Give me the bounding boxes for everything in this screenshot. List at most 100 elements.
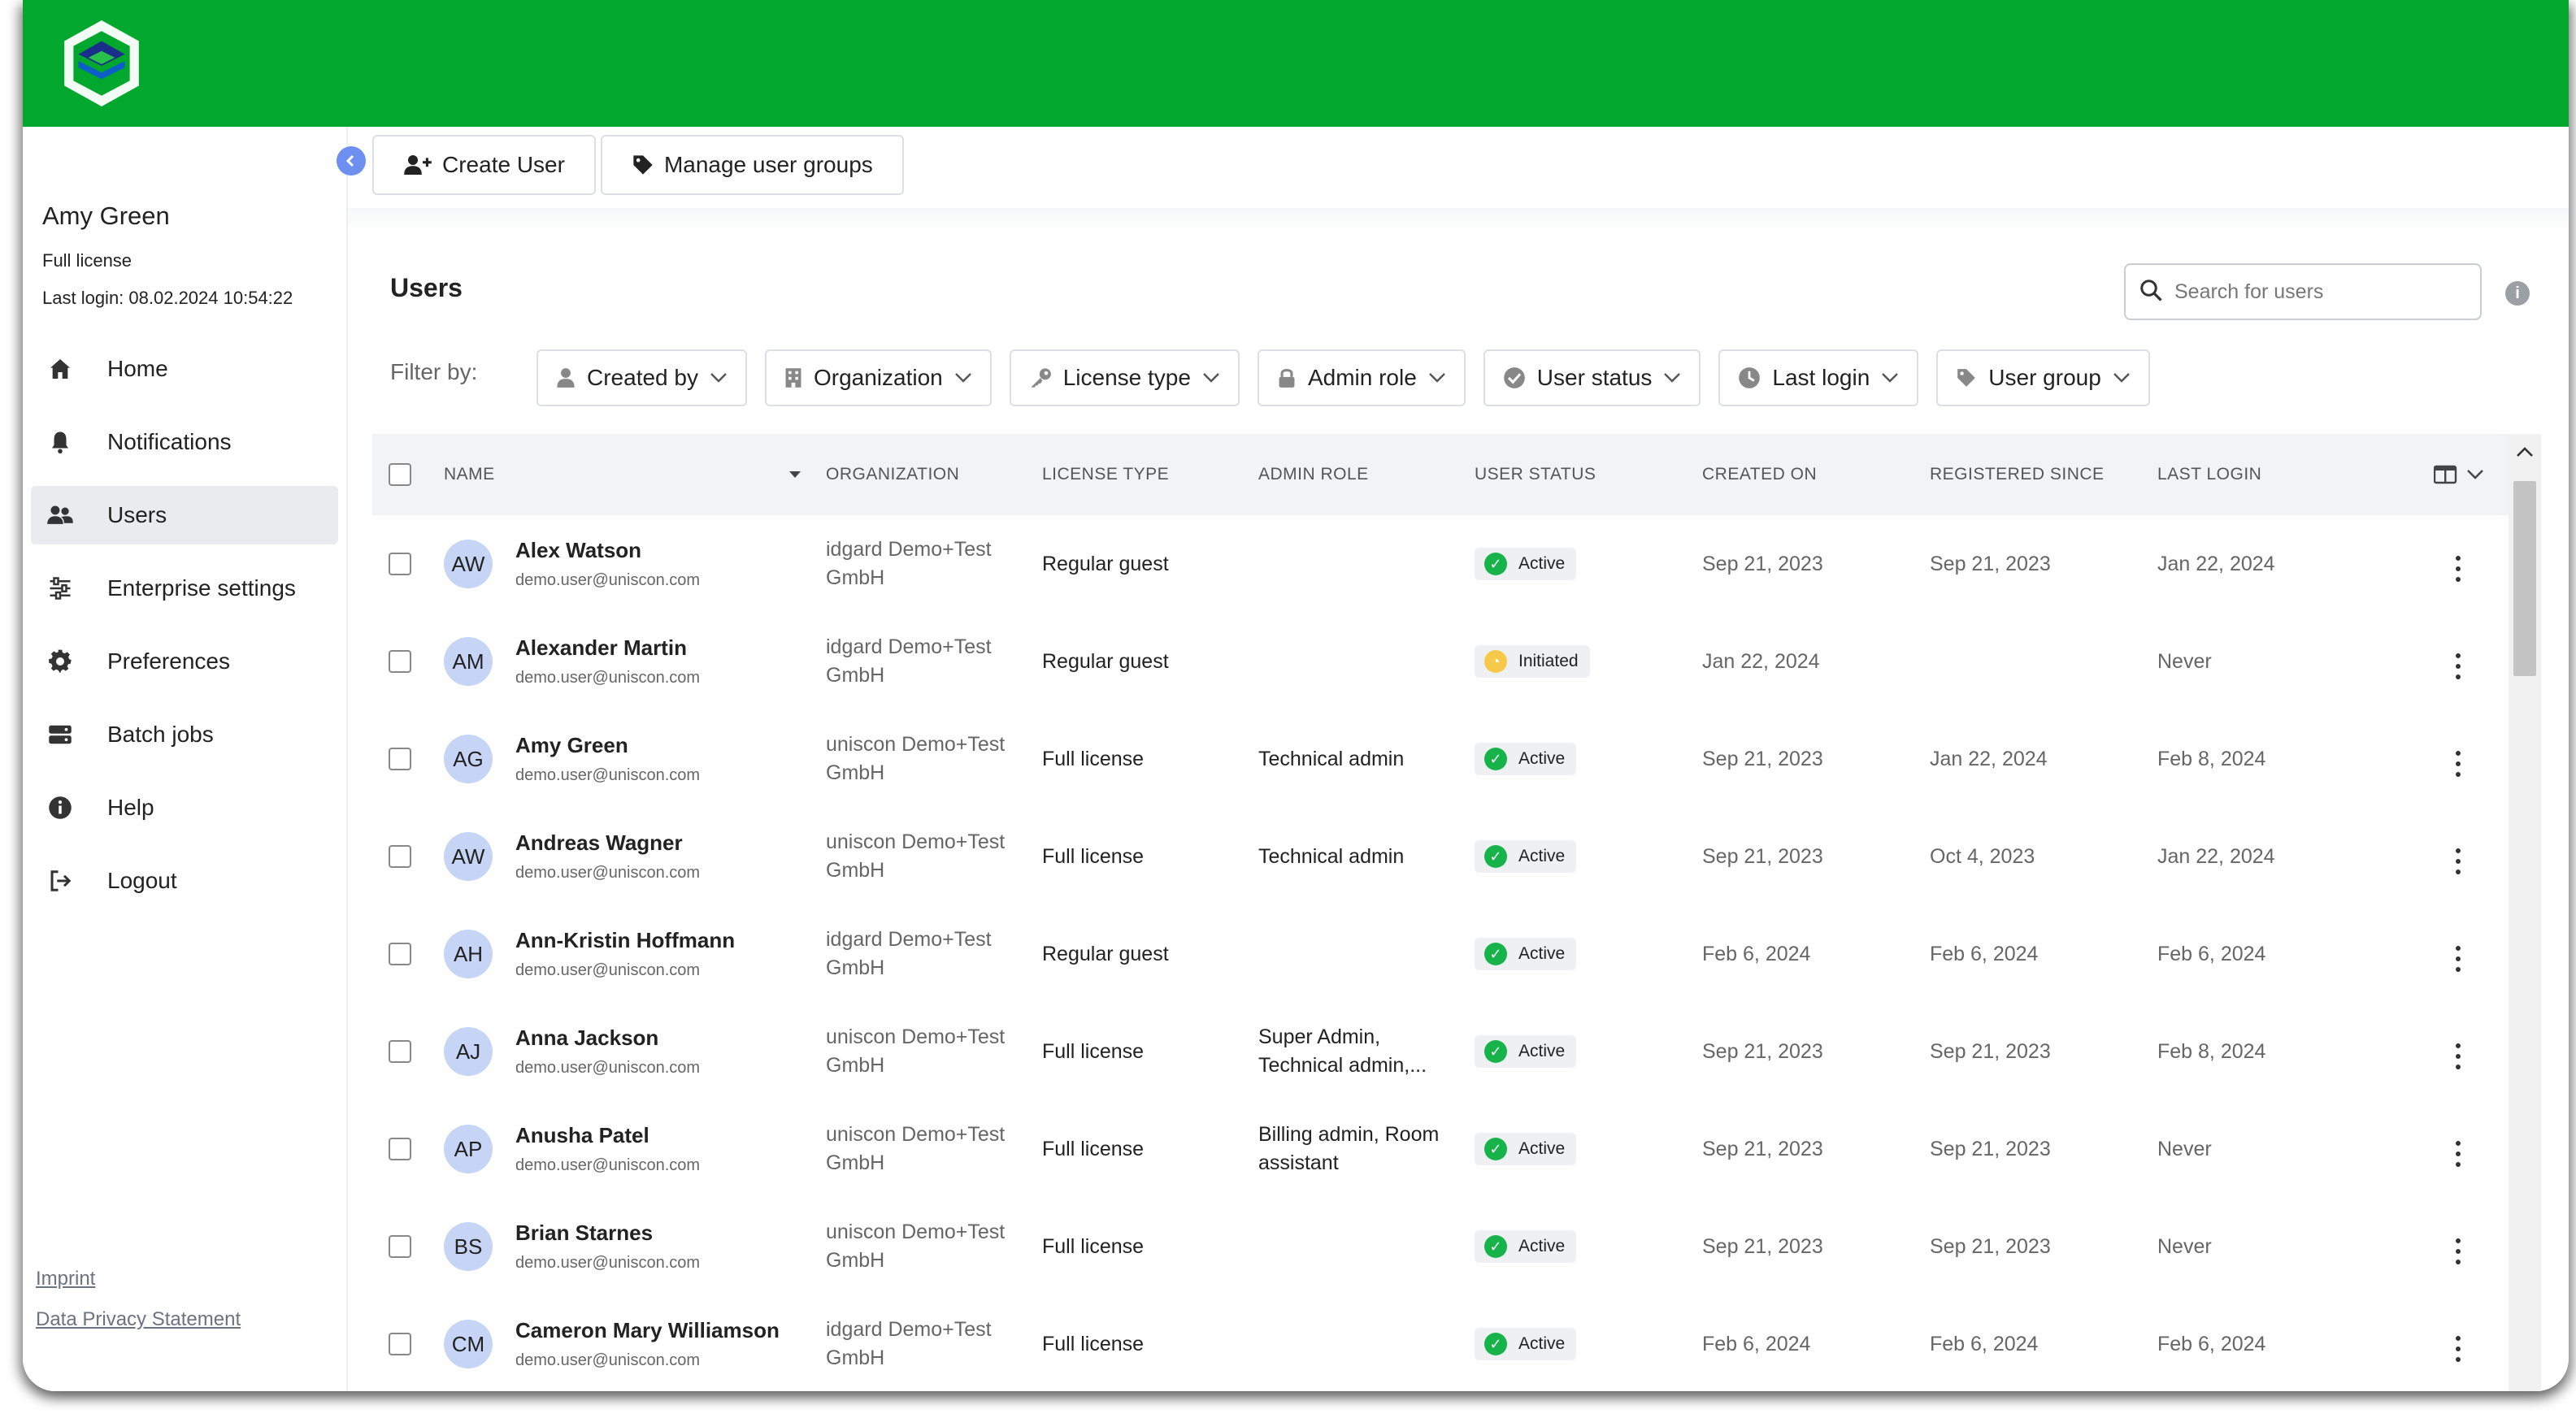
- sidebar-collapse-button[interactable]: [337, 146, 366, 176]
- status-cell: ✓ Active: [1475, 710, 1577, 808]
- table-row[interactable]: AW Alex Watson demo.user@uniscon.com idg…: [372, 515, 2510, 613]
- info-icon[interactable]: i: [2505, 281, 2530, 306]
- table-row[interactable]: AH Ann-Kristin Hoffmann demo.user@unisco…: [372, 905, 2510, 1003]
- role-line-2: Technical admin,...: [1258, 1054, 1427, 1077]
- user-name[interactable]: Amy Green: [515, 733, 700, 758]
- sidebar-item-batch-jobs[interactable]: Batch jobs: [31, 705, 338, 764]
- chevron-down-icon: [1202, 372, 1220, 384]
- sidebar-item-enterprise-settings[interactable]: Enterprise settings: [31, 559, 338, 618]
- user-email: demo.user@uniscon.com: [515, 961, 701, 979]
- sidebar-item-notifications[interactable]: Notifications: [31, 413, 338, 471]
- column-header-organization[interactable]: ORGANIZATION: [826, 434, 959, 515]
- table-row[interactable]: AP Anusha Patel demo.user@uniscon.com un…: [372, 1100, 2510, 1198]
- row-checkbox[interactable]: [389, 748, 411, 770]
- table-row[interactable]: AG Amy Green demo.user@uniscon.com unisc…: [372, 710, 2510, 808]
- row-checkbox[interactable]: [389, 943, 411, 965]
- user-name[interactable]: Brian Starnes: [515, 1221, 700, 1246]
- organization-cell: uniscon Demo+Test GmbH: [826, 710, 1005, 808]
- row-checkbox[interactable]: [389, 553, 411, 575]
- column-header-last-login[interactable]: LAST LOGIN: [2157, 434, 2261, 515]
- row-checkbox[interactable]: [389, 1333, 411, 1355]
- column-header-created-on[interactable]: CREATED ON: [1702, 434, 1817, 515]
- column-header-admin-role[interactable]: ADMIN ROLE: [1258, 434, 1369, 515]
- sort-desc-icon[interactable]: [788, 434, 801, 515]
- admin-role-cell: Super Admin, Technical admin,...: [1258, 1003, 1427, 1100]
- sidebar-item-home[interactable]: Home: [31, 340, 338, 398]
- scrollbar-thumb[interactable]: [2513, 481, 2536, 676]
- row-actions-menu-icon[interactable]: [2450, 1333, 2466, 1365]
- last-login-cell: Never: [2157, 649, 2212, 673]
- status-cell: ✓ Active: [1475, 905, 1577, 1003]
- table-scrollbar[interactable]: [2509, 434, 2541, 1391]
- row-actions-menu-icon[interactable]: [2450, 943, 2466, 975]
- row-checkbox[interactable]: [389, 1138, 411, 1160]
- check-circle-icon: [1503, 366, 1526, 389]
- privacy-link[interactable]: Data Privacy Statement: [36, 1308, 241, 1331]
- filter-organization[interactable]: Organization: [764, 349, 992, 406]
- search-box[interactable]: [2124, 263, 2482, 320]
- manage-user-groups-button[interactable]: Manage user groups: [600, 135, 904, 195]
- row-checkbox[interactable]: [389, 650, 411, 673]
- column-settings-button[interactable]: [2434, 434, 2484, 515]
- row-checkbox[interactable]: [389, 1040, 411, 1063]
- status-cell: ✓ Active: [1475, 1295, 1577, 1391]
- column-header-user-status[interactable]: USER STATUS: [1475, 434, 1596, 515]
- select-all-checkbox[interactable]: [389, 463, 411, 486]
- row-actions-menu-icon[interactable]: [2450, 1040, 2466, 1073]
- sidebar-item-help[interactable]: Help: [31, 778, 338, 837]
- status-text: Active: [1518, 847, 1566, 865]
- user-email: demo.user@uniscon.com: [515, 669, 701, 687]
- row-actions-menu-icon[interactable]: [2450, 650, 2466, 683]
- user-name[interactable]: Alex Watson: [515, 538, 700, 563]
- filter-user-status[interactable]: User status: [1483, 349, 1701, 406]
- clock-icon: [1738, 366, 1761, 389]
- table-row[interactable]: AM Alexander Martin demo.user@uniscon.co…: [372, 613, 2510, 710]
- user-name[interactable]: Cameron Mary Williamson: [515, 1318, 780, 1343]
- filter-created-by[interactable]: Created by: [536, 349, 747, 406]
- avatar: CM: [444, 1320, 493, 1368]
- user-name[interactable]: Anna Jackson: [515, 1026, 700, 1051]
- chevron-up-icon[interactable]: [2513, 440, 2536, 463]
- user-name[interactable]: Andreas Wagner: [515, 830, 700, 856]
- registered-since-cell: Sep 21, 2023: [1930, 1234, 2051, 1258]
- column-header-name[interactable]: NAME: [444, 434, 495, 515]
- last-login-cell: Never: [2157, 1234, 2212, 1258]
- sidebar-item-users[interactable]: Users: [31, 486, 338, 544]
- org-line-1: idgard Demo+Test: [826, 635, 992, 658]
- filter-admin-role[interactable]: Admin role: [1257, 349, 1466, 406]
- registered-since-cell: Feb 6, 2024: [1930, 942, 2039, 965]
- sidebar: Amy Green Full license Last login: 08.02…: [23, 127, 348, 1391]
- filter-bar: Created by Organization License type Adm…: [536, 349, 2168, 406]
- sidebar-item-preferences[interactable]: Preferences: [31, 632, 338, 691]
- row-checkbox[interactable]: [389, 1235, 411, 1258]
- org-line-1: uniscon Demo+Test: [826, 733, 1006, 756]
- row-actions-menu-icon[interactable]: [2450, 553, 2466, 585]
- filter-license-type[interactable]: License type: [1009, 349, 1240, 406]
- table-row[interactable]: CM Cameron Mary Williamson demo.user@uni…: [372, 1295, 2510, 1391]
- user-name[interactable]: Alexander Martin: [515, 635, 700, 661]
- sidebar-item-label: Notifications: [107, 429, 232, 454]
- column-header-registered-since[interactable]: REGISTERED SINCE: [1930, 434, 2105, 515]
- column-header-license-type[interactable]: LICENSE TYPE: [1042, 434, 1169, 515]
- table-row[interactable]: BS Brian Starnes demo.user@uniscon.com u…: [372, 1198, 2510, 1295]
- status-cell: ✓ Active: [1475, 1003, 1577, 1100]
- row-checkbox[interactable]: [389, 845, 411, 868]
- row-actions-menu-icon[interactable]: [2450, 1138, 2466, 1170]
- filter-user-group[interactable]: User group: [1936, 349, 2150, 406]
- create-user-button[interactable]: Create User: [372, 135, 596, 195]
- app-logo[interactable]: [60, 18, 143, 109]
- row-actions-menu-icon[interactable]: [2450, 1235, 2466, 1268]
- row-actions-menu-icon[interactable]: [2450, 845, 2466, 878]
- filter-last-login[interactable]: Last login: [1718, 349, 1919, 406]
- created-on-cell: Feb 6, 2024: [1702, 942, 1811, 965]
- table-row[interactable]: AJ Anna Jackson demo.user@uniscon.com un…: [372, 1003, 2510, 1100]
- search-input[interactable]: [2174, 280, 2475, 304]
- user-name[interactable]: Anusha Patel: [515, 1123, 700, 1148]
- columns-icon: [2434, 465, 2457, 484]
- user-name[interactable]: Ann-Kristin Hoffmann: [515, 928, 735, 953]
- table-row[interactable]: AW Andreas Wagner demo.user@uniscon.com …: [372, 808, 2510, 905]
- registered-since-cell: Sep 21, 2023: [1930, 1039, 2051, 1063]
- sidebar-item-logout[interactable]: Logout: [31, 852, 338, 910]
- imprint-link[interactable]: Imprint: [36, 1268, 241, 1290]
- row-actions-menu-icon[interactable]: [2450, 748, 2466, 780]
